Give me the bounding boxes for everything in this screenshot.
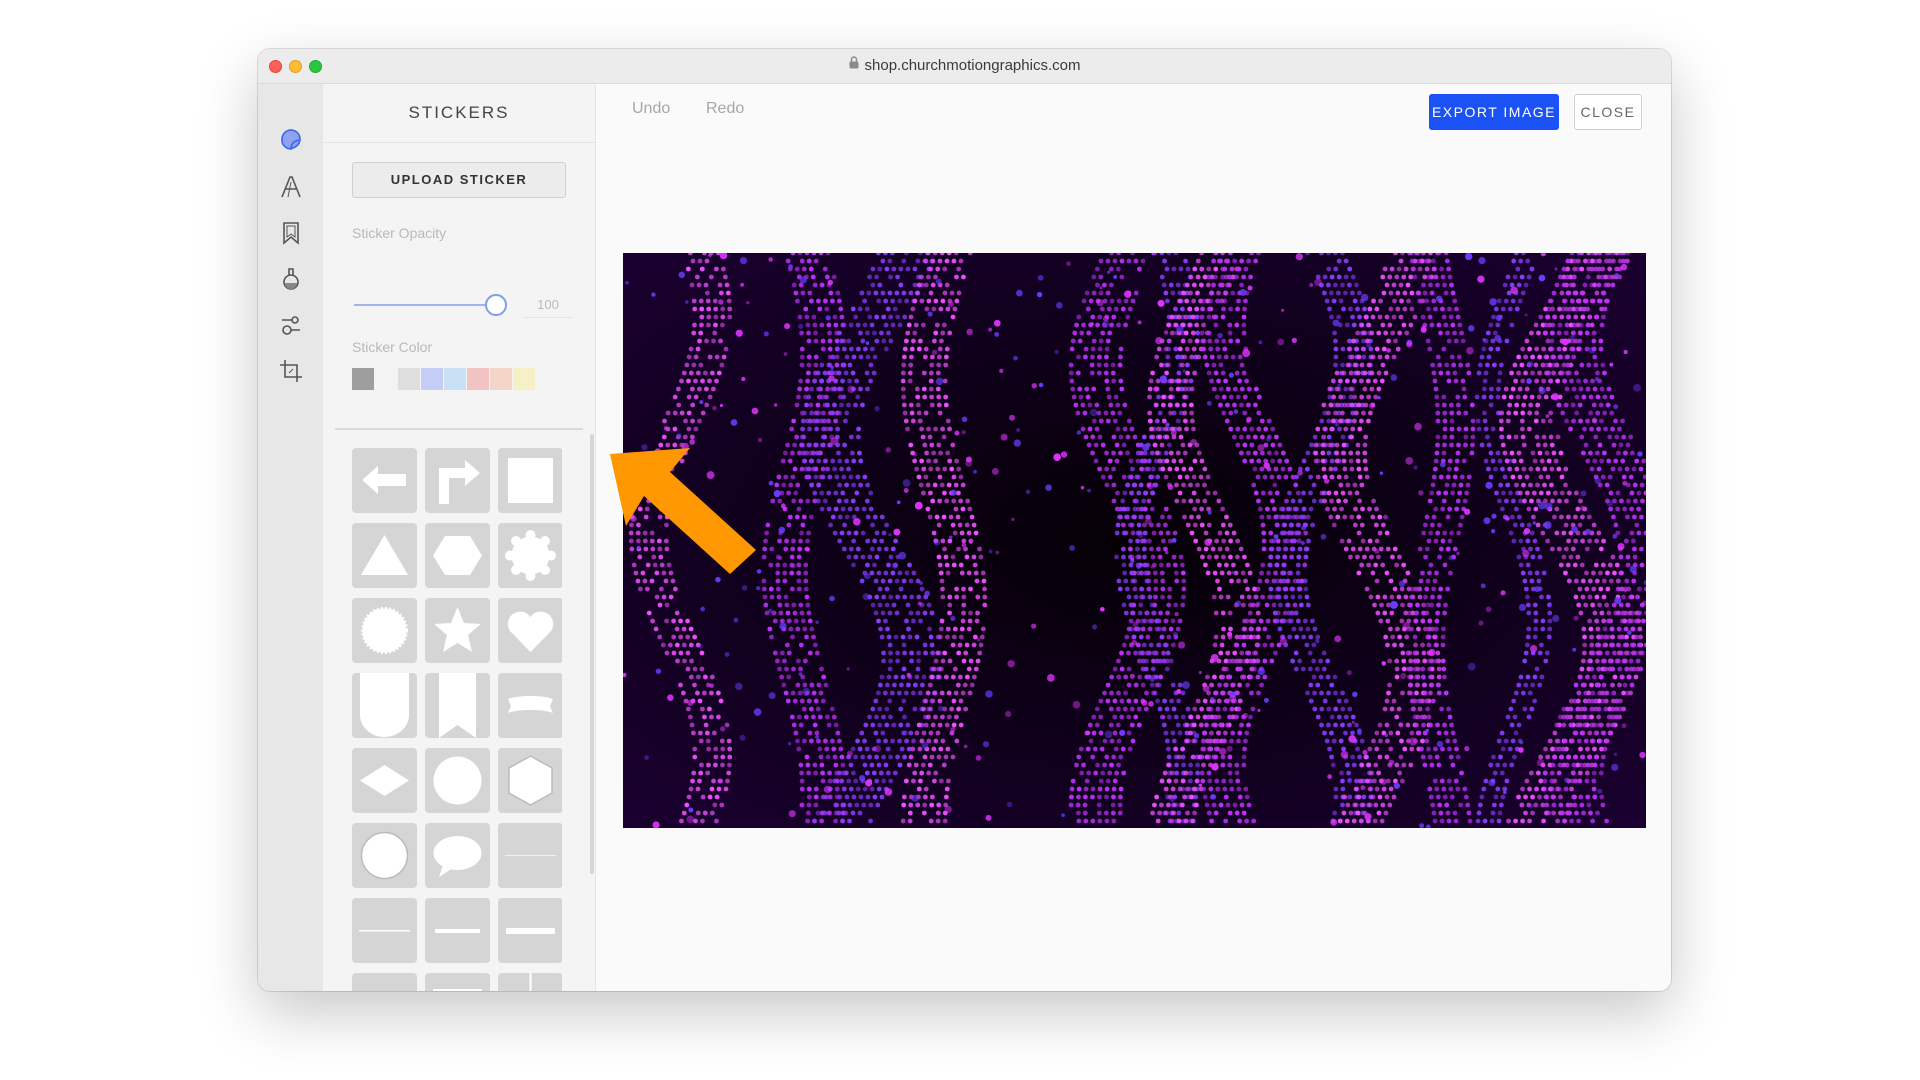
upload-sticker-button[interactable]: UPLOAD STICKER bbox=[352, 162, 566, 198]
sticker-medium-line[interactable] bbox=[425, 898, 490, 963]
sticker-thin-line[interactable] bbox=[498, 823, 562, 888]
opacity-slider-track[interactable] bbox=[354, 304, 496, 306]
sticker-hexagon-outline[interactable] bbox=[498, 748, 562, 813]
sticker-triangle[interactable] bbox=[352, 523, 417, 588]
sticker-star[interactable] bbox=[425, 598, 490, 663]
opacity-value-input[interactable]: 100 bbox=[523, 293, 573, 318]
title-bar: shop.churchmotiongraphics.com bbox=[258, 49, 1671, 84]
color-swatch[interactable] bbox=[352, 368, 374, 390]
panel-divider bbox=[335, 428, 583, 430]
panel-title: STICKERS bbox=[323, 84, 595, 143]
orange-arrow-annotation bbox=[610, 448, 756, 574]
sticker-grid bbox=[352, 448, 562, 991]
lock-icon bbox=[849, 49, 859, 82]
color-swatch[interactable] bbox=[375, 368, 397, 390]
color-swatch[interactable] bbox=[398, 368, 420, 390]
sticker-rectangle-bar[interactable] bbox=[352, 973, 417, 991]
sticker-rectangle[interactable] bbox=[425, 973, 490, 991]
sticker-circle[interactable] bbox=[425, 748, 490, 813]
text-icon[interactable] bbox=[278, 174, 304, 200]
crop-icon[interactable] bbox=[278, 358, 304, 384]
sticker-shield[interactable] bbox=[352, 673, 417, 738]
canvas-image[interactable] bbox=[623, 253, 1646, 828]
purple-dots-image bbox=[623, 253, 1646, 828]
address-bar[interactable]: shop.churchmotiongraphics.com bbox=[258, 49, 1671, 83]
panel-scrollbar[interactable] bbox=[590, 434, 594, 874]
sticker-ribbon-banner[interactable] bbox=[425, 673, 490, 738]
flask-icon[interactable] bbox=[278, 266, 304, 292]
adjust-icon[interactable] bbox=[278, 312, 304, 338]
color-swatch[interactable] bbox=[421, 368, 443, 390]
stickers-panel: STICKERS UPLOAD STICKER Sticker Opacity … bbox=[323, 84, 596, 991]
sticker-thin-line-2[interactable] bbox=[352, 898, 417, 963]
redo-button[interactable]: Redo bbox=[706, 100, 744, 118]
opacity-slider-handle[interactable] bbox=[485, 294, 507, 316]
sticker-arrow-turn-right[interactable] bbox=[425, 448, 490, 513]
tool-rail bbox=[258, 84, 323, 991]
sticker-cross-lines[interactable] bbox=[498, 973, 562, 991]
sticker-speech-bubble[interactable] bbox=[425, 823, 490, 888]
sticker-icon[interactable] bbox=[278, 126, 304, 152]
bookmark-icon[interactable] bbox=[278, 220, 304, 246]
sticker-thick-line[interactable] bbox=[498, 898, 562, 963]
sticker-badge-scalloped[interactable] bbox=[498, 523, 562, 588]
sticker-color-label: Sticker Color bbox=[352, 339, 433, 355]
sticker-arrow-left[interactable] bbox=[352, 448, 417, 513]
color-swatch[interactable] bbox=[490, 368, 512, 390]
color-swatch[interactable] bbox=[467, 368, 489, 390]
sticker-diamond[interactable] bbox=[352, 748, 417, 813]
sticker-hexagon[interactable] bbox=[425, 523, 490, 588]
sticker-scroll-banner[interactable] bbox=[498, 673, 562, 738]
undo-button[interactable]: Undo bbox=[632, 100, 670, 118]
sticker-heart[interactable] bbox=[498, 598, 562, 663]
close-button[interactable]: CLOSE bbox=[1574, 94, 1642, 130]
sticker-circle-outline[interactable] bbox=[352, 823, 417, 888]
browser-window: shop.churchmotiongraphics.com STICKERS U… bbox=[258, 49, 1671, 991]
sticker-opacity-label: Sticker Opacity bbox=[352, 225, 447, 241]
sticker-square[interactable] bbox=[498, 448, 562, 513]
sticker-seal[interactable] bbox=[352, 598, 417, 663]
export-image-button[interactable]: EXPORT IMAGE bbox=[1429, 94, 1559, 130]
url-text: shop.churchmotiongraphics.com bbox=[864, 57, 1081, 74]
color-swatch[interactable] bbox=[444, 368, 466, 390]
color-swatch[interactable] bbox=[513, 368, 535, 390]
